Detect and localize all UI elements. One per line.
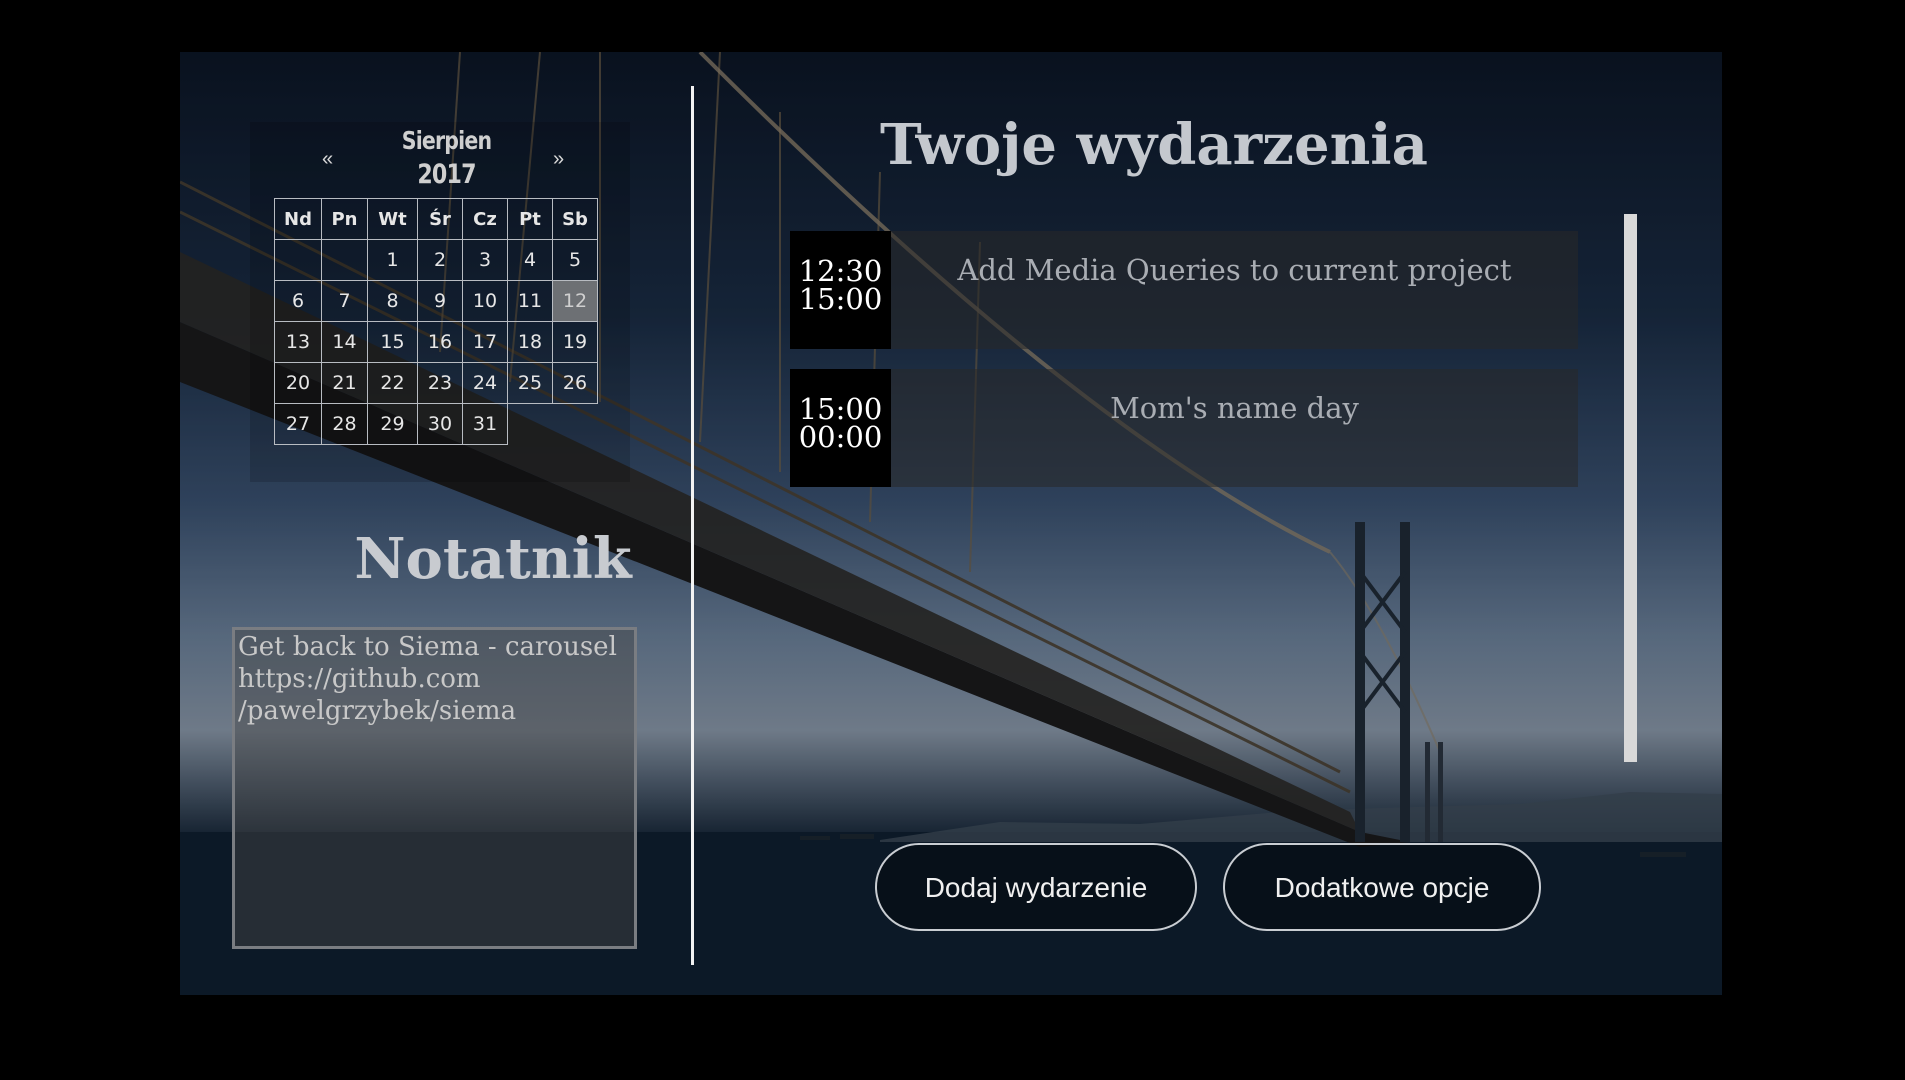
weekday-header: Nd (274, 198, 322, 240)
calendar-day-empty (274, 239, 322, 281)
calendar-day[interactable]: 9 (417, 280, 463, 322)
calendar-day[interactable]: 18 (507, 321, 553, 363)
calendar-day[interactable]: 7 (321, 280, 368, 322)
event-item[interactable]: 15:00 00:00 Mom's name day (790, 369, 1578, 487)
calendar-day[interactable]: 22 (367, 362, 418, 404)
calendar-year: 2017 (417, 159, 476, 190)
event-end-time: 15:00 (798, 282, 883, 316)
vertical-divider (691, 86, 694, 965)
calendar-day[interactable]: 3 (462, 239, 508, 281)
calendar-day[interactable]: 16 (417, 321, 463, 363)
calendar-day[interactable]: 31 (462, 403, 508, 445)
calendar-day[interactable]: 23 (417, 362, 463, 404)
notes-textarea[interactable]: Get back to Siema - carousel https://git… (232, 627, 637, 949)
calendar-day[interactable]: 30 (417, 403, 463, 445)
event-title: Add Media Queries to current project (957, 253, 1512, 287)
calendar-day[interactable]: 19 (552, 321, 598, 363)
calendar-day[interactable]: 20 (274, 362, 322, 404)
notes-title: Notatnik (354, 526, 632, 592)
add-event-button[interactable]: Dodaj wydarzenie (875, 843, 1197, 931)
calendar-day[interactable]: 8 (367, 280, 418, 322)
weekday-header: Śr (417, 198, 463, 240)
calendar-month: Sierpien (401, 126, 492, 155)
weekday-header: Pn (321, 198, 368, 240)
calendar-day[interactable]: 21 (321, 362, 368, 404)
events-scrollbar[interactable] (1624, 214, 1637, 762)
more-options-button[interactable]: Dodatkowe opcje (1223, 843, 1541, 931)
calendar-day[interactable]: 6 (274, 280, 322, 322)
calendar-day-selected[interactable]: 12 (552, 280, 598, 322)
event-item[interactable]: 12:30 15:00 Add Media Queries to current… (790, 231, 1578, 349)
calendar-week-row: 13 14 15 16 17 18 19 (274, 321, 598, 363)
calendar-day[interactable]: 5 (552, 239, 598, 281)
event-card (790, 369, 1578, 487)
calendar-week-row: 20 21 22 23 24 25 26 (274, 362, 598, 404)
event-card (790, 231, 1578, 349)
calendar-day-empty (321, 239, 368, 281)
weekday-header: Pt (507, 198, 553, 240)
calendar-day[interactable]: 1 (367, 239, 418, 281)
calendar-day[interactable]: 14 (321, 321, 368, 363)
calendar-day[interactable]: 15 (367, 321, 418, 363)
calendar-day-empty (553, 404, 598, 445)
calendar-day[interactable]: 4 (507, 239, 553, 281)
calendar-day[interactable]: 26 (552, 362, 598, 404)
event-start-time: 15:00 (798, 392, 883, 426)
calendar-day[interactable]: 2 (417, 239, 463, 281)
event-start-time: 12:30 (798, 254, 883, 288)
calendar-day[interactable]: 10 (462, 280, 508, 322)
calendar-day[interactable]: 25 (507, 362, 553, 404)
app-window: « Sierpien 2017 » Nd Pn Wt Śr Cz Pt Sb 1… (180, 52, 1722, 995)
events-title: Twoje wydarzenia (880, 112, 1428, 178)
calendar-day-empty (508, 404, 553, 445)
event-end-time: 00:00 (798, 420, 883, 454)
calendar-day[interactable]: 13 (274, 321, 322, 363)
calendar-prev-button[interactable]: « (322, 148, 333, 171)
calendar-week-row: 27 28 29 30 31 (274, 403, 598, 445)
event-title: Mom's name day (1110, 391, 1359, 425)
weekday-header: Sb (552, 198, 598, 240)
event-time: 12:30 15:00 (790, 231, 891, 349)
weekday-header: Cz (462, 198, 508, 240)
calendar-day[interactable]: 29 (367, 403, 418, 445)
calendar-day[interactable]: 24 (462, 362, 508, 404)
calendar-day[interactable]: 11 (507, 280, 553, 322)
calendar-week-row: 6 7 8 9 10 11 12 (274, 280, 598, 322)
calendar-grid: Nd Pn Wt Śr Cz Pt Sb 1 2 3 4 5 6 7 8 9 1… (274, 198, 598, 445)
calendar-day[interactable]: 28 (321, 403, 368, 445)
calendar-week-row: 1 2 3 4 5 (274, 239, 598, 281)
event-time: 15:00 00:00 (790, 369, 891, 487)
calendar-next-button[interactable]: » (553, 148, 564, 171)
calendar-day[interactable]: 17 (462, 321, 508, 363)
weekday-header: Wt (367, 198, 418, 240)
calendar-weekday-row: Nd Pn Wt Śr Cz Pt Sb (274, 198, 598, 240)
calendar-day[interactable]: 27 (274, 403, 322, 445)
